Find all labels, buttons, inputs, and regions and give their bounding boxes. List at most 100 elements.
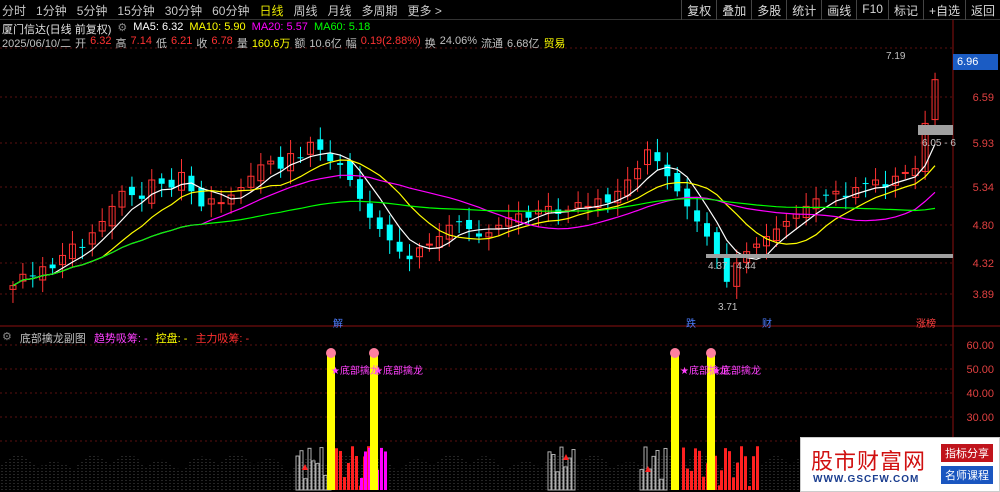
event-marker[interactable]: 跌 bbox=[686, 315, 696, 330]
candle-body bbox=[376, 217, 383, 230]
quote-date: 2025/06/10/二 bbox=[2, 38, 72, 50]
candle-body bbox=[327, 153, 334, 162]
open-value: 6.32 bbox=[90, 35, 112, 47]
high-annotation: 7.19 bbox=[886, 51, 906, 62]
volume-bar bbox=[744, 456, 747, 490]
candle-body bbox=[466, 219, 473, 230]
amt-value: 10.6亿 bbox=[309, 38, 342, 50]
volume-bar bbox=[380, 447, 383, 490]
candle-body bbox=[217, 202, 225, 205]
candle-body bbox=[664, 164, 671, 177]
high-value: 7.14 bbox=[130, 35, 152, 47]
current-price-tag: 6.96 bbox=[953, 54, 998, 70]
volume-bar bbox=[748, 485, 751, 490]
volume-bar bbox=[724, 448, 727, 490]
close-label: 收 bbox=[196, 38, 208, 50]
volume-bar bbox=[651, 455, 656, 491]
volume-bar bbox=[698, 450, 701, 490]
signal-marker bbox=[670, 348, 680, 358]
candle-body bbox=[347, 160, 354, 180]
volume-bar bbox=[732, 477, 735, 490]
industry-value: 贸易 bbox=[543, 38, 566, 50]
candle-body bbox=[29, 275, 36, 277]
volume-bar bbox=[384, 451, 387, 490]
event-marker[interactable]: 解 bbox=[333, 315, 343, 330]
turn-value: 24.06% bbox=[439, 35, 478, 47]
sub-axis-label: 40.00 bbox=[966, 388, 994, 400]
signal-label: ★底部擒龙 bbox=[712, 366, 761, 377]
volume-bar bbox=[694, 448, 697, 490]
settings-icon[interactable]: ⚙ bbox=[2, 330, 12, 346]
price-axis-label: 3.89 bbox=[972, 289, 994, 301]
range-box bbox=[706, 254, 953, 258]
turn-label: 换 bbox=[424, 38, 436, 50]
float-value: 6.68亿 bbox=[507, 38, 540, 50]
signal-marker bbox=[326, 348, 336, 358]
candle-body bbox=[138, 195, 145, 199]
vol-label: 量 bbox=[236, 38, 248, 50]
volume-bar bbox=[339, 450, 342, 490]
close-value: 6.78 bbox=[211, 35, 233, 47]
volume-bar bbox=[682, 447, 685, 490]
sub-axis-label: 50.00 bbox=[966, 364, 994, 376]
candle-body bbox=[525, 212, 532, 218]
chg-label: 幅 bbox=[345, 38, 357, 50]
candle-body bbox=[475, 233, 482, 237]
volume-bar bbox=[690, 470, 693, 490]
logo-text: 股市财富网 bbox=[811, 450, 927, 475]
open-label: 开 bbox=[75, 38, 87, 50]
volume-bar bbox=[351, 446, 354, 490]
candle-body bbox=[128, 186, 135, 196]
candle-body bbox=[297, 157, 304, 159]
event-marker[interactable]: 涨榜 bbox=[916, 315, 936, 330]
sub-panel-header: ⚙ 底部擒龙副图 趋势吸筹: - 控盘: - 主力吸筹: - bbox=[2, 330, 249, 346]
candle-body bbox=[79, 246, 86, 248]
logo-url: WWW.GSCFW.COM bbox=[813, 474, 920, 485]
chg-value: 0.19(2.88%) bbox=[360, 35, 421, 47]
candle-body bbox=[704, 223, 710, 237]
candle-body bbox=[49, 264, 56, 269]
volume-bar bbox=[360, 477, 363, 490]
candle-body bbox=[168, 179, 175, 188]
price-axis-label: 4.80 bbox=[972, 220, 994, 232]
volume-bar bbox=[702, 476, 705, 490]
control-label: 控盘: - bbox=[155, 333, 188, 345]
volume-bar bbox=[347, 462, 350, 490]
candle-body bbox=[317, 139, 324, 150]
candle-body bbox=[862, 183, 869, 185]
amt-label: 额 bbox=[294, 38, 306, 50]
candle-body bbox=[713, 232, 720, 256]
signal-marker bbox=[369, 348, 379, 358]
signal-label: ★底部擒龙 bbox=[374, 366, 423, 377]
candle-body bbox=[406, 255, 413, 260]
sub-panel-title: 底部擒龙副图 bbox=[19, 333, 86, 345]
candle-body bbox=[901, 171, 909, 174]
price-axis-label: 6.59 bbox=[972, 92, 994, 104]
range-box bbox=[918, 125, 953, 135]
main-label: 主力吸筹: - bbox=[195, 333, 250, 345]
high-label: 高 bbox=[115, 38, 127, 50]
candle-body bbox=[425, 243, 433, 246]
volume-bar bbox=[655, 449, 660, 491]
candle-body bbox=[396, 241, 403, 252]
watermark-logo: 股市财富网 WWW.GSCFW.COM 指标分享 名师课程 bbox=[800, 437, 1000, 492]
volume-bar bbox=[299, 450, 304, 491]
logo-badge: 指标分享 bbox=[941, 444, 993, 462]
low-annotation: 3.71 bbox=[718, 302, 738, 313]
price-axis-label: 4.32 bbox=[972, 258, 994, 270]
quote-info: 2025/06/10/二 开 6.32 高 7.14 低 6.21 收 6.78 量 16… bbox=[2, 35, 565, 51]
float-label: 流通 bbox=[481, 38, 504, 50]
signal-column bbox=[671, 355, 679, 490]
candle-body bbox=[337, 163, 344, 165]
candle-body bbox=[356, 179, 363, 199]
event-marker[interactable]: 财 bbox=[762, 315, 772, 330]
candle-body bbox=[456, 221, 463, 223]
low-label: 低 bbox=[155, 38, 167, 50]
kline-chart[interactable] bbox=[0, 0, 1000, 492]
vol-value: 160.6万 bbox=[251, 38, 291, 50]
sub-axis-label: 30.00 bbox=[966, 412, 994, 424]
candle-body bbox=[822, 194, 829, 196]
candle-body bbox=[654, 152, 661, 162]
signal-marker bbox=[706, 348, 716, 358]
volume-bar bbox=[756, 446, 759, 490]
